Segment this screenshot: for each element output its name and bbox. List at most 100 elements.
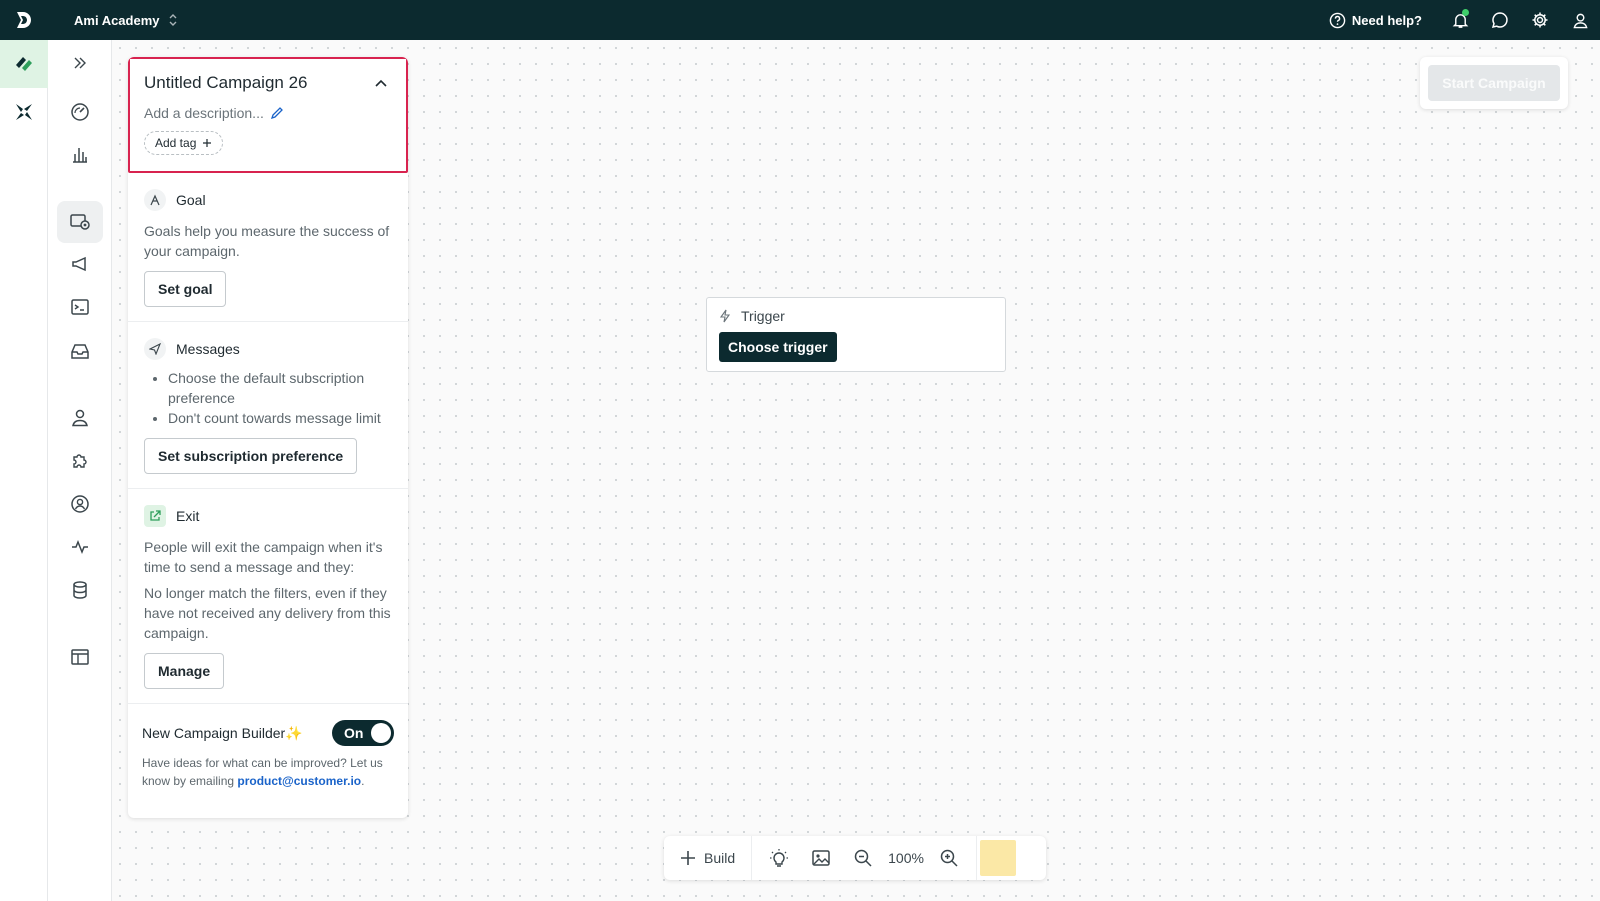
nav-inbox[interactable]	[57, 330, 103, 372]
choose-trigger-button[interactable]: Choose trigger	[719, 332, 837, 362]
list-item: Choose the default subscription preferen…	[168, 368, 392, 408]
nav-analytics[interactable]	[57, 134, 103, 176]
account-button[interactable]	[1560, 0, 1600, 40]
workspace-name: Ami Academy	[74, 12, 160, 28]
nav-accounts[interactable]	[57, 483, 103, 525]
accounts-icon	[71, 495, 89, 513]
pencil-icon	[270, 107, 283, 120]
sticky-note-icon	[980, 840, 1017, 876]
image-icon	[812, 850, 830, 866]
goal-heading: Goal	[176, 192, 206, 208]
new-builder-toggle[interactable]: On	[332, 720, 394, 746]
broadcast-megaphone-icon	[72, 256, 86, 272]
start-campaign-button[interactable]: Start Campaign	[1428, 65, 1560, 101]
description-placeholder: Add a description...	[144, 105, 264, 121]
goal-flag-icon	[144, 189, 166, 211]
settings-button[interactable]	[1520, 0, 1560, 40]
sort-chevrons-icon	[169, 14, 176, 26]
paper-plane-icon	[144, 338, 166, 360]
exit-condition-text: No longer match the filters, even if the…	[144, 585, 391, 641]
messages-list: Choose the default subscription preferen…	[144, 368, 392, 428]
campaigns-logo-icon	[16, 57, 32, 71]
exit-heading: Exit	[176, 508, 200, 524]
nav-people[interactable]	[57, 397, 103, 439]
toggle-knob	[371, 723, 391, 743]
chat-button[interactable]	[1480, 0, 1520, 40]
question-circle-icon	[1329, 12, 1346, 28]
tips-button[interactable]	[758, 836, 800, 880]
main-nav-rail	[48, 40, 112, 901]
zoom-out-icon	[854, 849, 872, 867]
manage-exit-button[interactable]: Manage	[144, 653, 225, 689]
table-icon	[71, 649, 89, 665]
campaign-title[interactable]: Untitled Campaign 26	[144, 73, 406, 93]
zoom-in-button[interactable]	[928, 836, 970, 880]
zoom-out-button[interactable]	[842, 836, 884, 880]
exit-text: People will exit the campaign when it's …	[144, 539, 383, 575]
builder-label: New Campaign Builder✨	[142, 725, 303, 742]
user-icon	[1572, 13, 1588, 28]
need-help-button[interactable]: Need help?	[1329, 12, 1422, 29]
chat-bubble-icon	[1491, 12, 1508, 28]
collapse-panel-button[interactable]	[370, 73, 392, 95]
feedback-email-link[interactable]: product@customer.io	[237, 774, 361, 788]
workspace-switcher[interactable]: Ami Academy	[74, 13, 178, 28]
notification-dot	[1462, 9, 1469, 16]
feedback-note-end: .	[361, 774, 365, 788]
messages-section: Messages Choose the default subscription…	[128, 322, 408, 489]
campaign-settings-panel: Untitled Campaign 26 Add a description..…	[128, 57, 408, 818]
export-image-button[interactable]	[800, 836, 842, 880]
integrations-puzzle-icon	[73, 454, 87, 468]
goal-text: Goals help you measure the success of yo…	[144, 223, 390, 259]
app-logo-icon[interactable]	[0, 0, 48, 40]
nav-integrations[interactable]	[57, 440, 103, 482]
transactional-terminal-icon	[71, 299, 89, 315]
cross-app-icon	[16, 104, 32, 120]
expand-icon	[74, 57, 86, 69]
feedback-note: Have ideas for what can be improved? Let…	[142, 754, 394, 790]
nav-data[interactable]	[57, 569, 103, 611]
campaigns-app-button[interactable]	[0, 40, 48, 88]
people-icon	[72, 409, 88, 427]
expand-nav-button[interactable]	[57, 42, 103, 84]
notifications-button[interactable]	[1440, 0, 1480, 40]
cross-app-button[interactable]	[0, 88, 48, 136]
build-label: Build	[704, 850, 736, 866]
set-subscription-preference-button[interactable]: Set subscription preference	[144, 438, 358, 474]
set-goal-button[interactable]: Set goal	[144, 271, 227, 307]
start-campaign-container: Start Campaign	[1420, 57, 1568, 109]
zoom-level: 100%	[888, 850, 924, 866]
activity-pulse-icon	[72, 539, 88, 555]
gear-icon	[1532, 12, 1548, 28]
goal-section: Goal Goals help you measure the success …	[128, 173, 408, 322]
build-button[interactable]: Build	[664, 836, 753, 880]
need-help-label: Need help?	[1351, 12, 1422, 28]
messages-heading: Messages	[176, 341, 240, 357]
add-tag-button[interactable]: Add tag	[144, 131, 224, 155]
data-database-icon	[73, 581, 87, 599]
builder-label-text: New Campaign Builder	[142, 724, 286, 741]
sparkle-icon: ✨	[285, 724, 303, 741]
nav-broadcasts[interactable]	[57, 243, 103, 285]
new-builder-section: New Campaign Builder✨ On Have ideas for …	[128, 704, 408, 806]
nav-activity[interactable]	[57, 526, 103, 568]
nav-transactional[interactable]	[57, 286, 103, 328]
sticky-note-button[interactable]	[975, 836, 1020, 880]
dashboard-gauge-icon	[71, 103, 89, 121]
app-switcher-rail	[0, 40, 48, 901]
exit-arrow-icon	[144, 505, 166, 527]
description-field[interactable]: Add a description...	[144, 105, 406, 121]
plus-icon	[681, 851, 695, 865]
zoom-in-icon	[940, 849, 958, 867]
trigger-node[interactable]: Trigger Choose trigger	[706, 297, 1006, 372]
nav-campaigns[interactable]	[57, 201, 103, 243]
trigger-label: Trigger	[741, 308, 785, 324]
top-bar: Ami Academy Need help?	[0, 0, 1600, 40]
exit-section: Exit People will exit the campaign when …	[128, 489, 408, 704]
list-item: Don't count towards message limit	[168, 408, 392, 428]
nav-dashboard[interactable]	[57, 91, 103, 133]
toggle-state-label: On	[344, 725, 364, 741]
nav-tables[interactable]	[57, 636, 103, 678]
inbox-tray-icon	[71, 344, 89, 359]
campaigns-journey-icon	[70, 214, 90, 230]
